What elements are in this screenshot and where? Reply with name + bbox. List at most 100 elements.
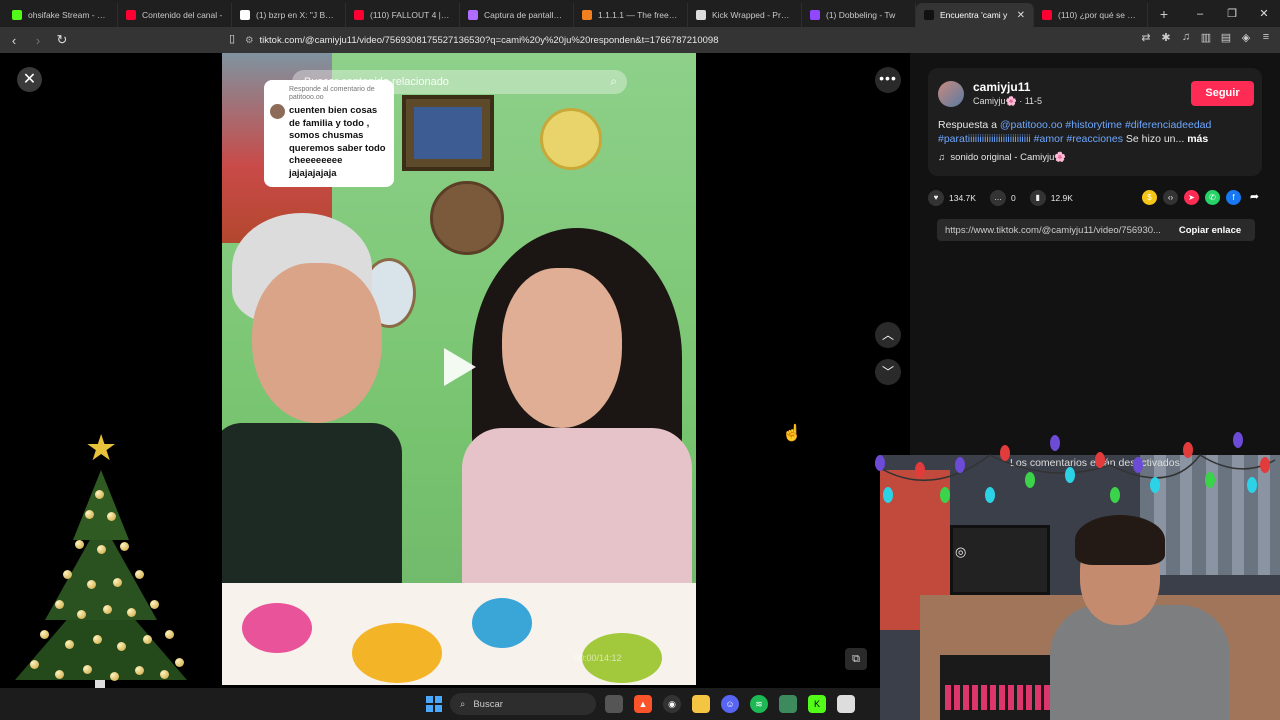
browser-tab[interactable]: Captura de pantalla po xyxy=(460,3,574,27)
tree-ornament xyxy=(75,540,84,549)
tab-title: (1) bzrp en X: "J BALVIN xyxy=(256,10,337,20)
music-note-icon: ♫ xyxy=(938,152,946,163)
tree-ornament xyxy=(135,570,144,579)
send-icon[interactable]: ➤ xyxy=(1184,190,1199,205)
reply-meta: Responde al comentario de patitooo.oo xyxy=(289,86,375,101)
wallet-icon[interactable]: ▤ xyxy=(1220,31,1232,44)
browser-tab[interactable]: Encuentra 'cami y ✕ xyxy=(916,3,1034,27)
copy-link-button[interactable]: Copiar enlace xyxy=(1165,225,1255,236)
tree-ornament xyxy=(83,665,92,674)
search-icon: ⌕ xyxy=(460,698,466,710)
previous-video-button[interactable]: ︿ xyxy=(875,322,901,348)
url-text: tiktok.com/@camiyju11/video/756930817552… xyxy=(259,34,719,46)
browser-tab[interactable]: Kick Wrapped - Proces xyxy=(688,3,802,27)
light-bulb xyxy=(1133,457,1143,473)
close-viewer-button[interactable]: ✕ xyxy=(17,67,42,92)
tab-title: ohsifake Stream - Watc xyxy=(28,10,109,20)
browser-tab[interactable]: 1.1.1.1 — The free app xyxy=(574,3,688,27)
light-bulb xyxy=(1065,467,1075,483)
light-bulb xyxy=(1000,445,1010,461)
browser-tab-bar: ohsifake Stream - Watc Contenido del cana… xyxy=(0,0,1280,27)
tree-ornament xyxy=(55,670,64,679)
tab-favicon-icon xyxy=(582,10,592,20)
tab-title: Kick Wrapped - Proces xyxy=(712,10,793,20)
spotify-icon[interactable]: ≋ xyxy=(750,695,768,713)
browser-tab[interactable]: (110) FALLOUT 4 | PRIM xyxy=(346,3,460,27)
sidebar-icon[interactable]: ▥ xyxy=(1200,31,1212,44)
browser-tab[interactable]: Contenido del canal - xyxy=(118,3,232,27)
address-bar[interactable]: ⚙ tiktok.com/@camiyju11/video/7569308175… xyxy=(245,29,965,51)
tab-favicon-icon xyxy=(126,10,136,20)
light-bulb xyxy=(1095,452,1105,468)
whatsapp-icon[interactable]: ✆ xyxy=(1205,190,1220,205)
music-icon[interactable]: ♫ xyxy=(1180,31,1192,44)
copy-link-row: https://www.tiktok.com/@camiyju11/video/… xyxy=(937,219,1255,241)
tab-title: 1.1.1.1 — The free app xyxy=(598,10,679,20)
maximize-button[interactable]: ❐ xyxy=(1216,7,1248,20)
author-card: camiyju11 Camiyju🌸 · 11-5 Seguir Respues… xyxy=(928,68,1262,176)
play-icon[interactable] xyxy=(444,348,476,386)
tree-ornament xyxy=(175,658,184,667)
shield-icon[interactable]: ◈ xyxy=(1240,31,1252,44)
light-bulb xyxy=(1183,442,1193,458)
like-button[interactable]: ♥ 134.7K xyxy=(928,190,976,206)
new-tab-button[interactable]: + xyxy=(1156,6,1172,22)
save-button[interactable]: ▮ 12.9K xyxy=(1029,190,1073,206)
browser-tab[interactable]: (110) ¿por qué se hace xyxy=(1034,3,1148,27)
light-bulb xyxy=(875,455,885,471)
bookmark-icon[interactable]: ▯ xyxy=(222,32,242,45)
site-info-icon[interactable]: ⚙ xyxy=(245,35,254,46)
obs-icon[interactable]: ◉ xyxy=(663,695,681,713)
windows-taskbar: ⌕ Buscar ▲ ◉ ☺ ≋ K xyxy=(0,688,880,720)
folder-icon[interactable] xyxy=(692,695,710,713)
light-bulb xyxy=(1205,472,1215,488)
minimize-button[interactable]: – xyxy=(1184,8,1216,20)
more-link[interactable]: más xyxy=(1187,133,1208,145)
facebook-icon[interactable]: f xyxy=(1226,190,1241,205)
back-icon[interactable]: ‹ xyxy=(4,33,24,48)
start-icon[interactable] xyxy=(426,696,442,712)
browser-tab[interactable]: ohsifake Stream - Watc xyxy=(4,3,118,27)
notepad-icon[interactable] xyxy=(779,695,797,713)
more-options-button[interactable]: ••• xyxy=(875,67,901,93)
action-bar: ♥ 134.7K … 0 ▮ 12.9K $ ‹› ➤ ✆ f ➦ xyxy=(928,186,1262,210)
discord-icon[interactable]: ☺ xyxy=(721,695,739,713)
puzzle-icon[interactable]: ✱ xyxy=(1160,31,1172,44)
tree-ornament xyxy=(113,578,122,587)
embed-icon[interactable]: ‹› xyxy=(1163,190,1178,205)
author-username[interactable]: camiyju11 xyxy=(973,80,1030,94)
calculator-icon[interactable] xyxy=(837,695,855,713)
tab-title: Contenido del canal - xyxy=(142,10,223,20)
next-video-button[interactable]: ﹀ xyxy=(875,359,901,385)
reply-comment-card: Responde al comentario de patitooo.oo cu… xyxy=(264,80,394,187)
tab-favicon-icon xyxy=(240,10,250,20)
taskbar-search[interactable]: ⌕ Buscar xyxy=(450,693,596,715)
fullscreen-icon[interactable]: ⧉ xyxy=(845,648,867,670)
forward-icon[interactable]: › xyxy=(28,33,48,48)
tree-ornament xyxy=(87,580,96,589)
music-link[interactable]: ♫ sonido original - Camiyju🌸 xyxy=(938,152,1066,163)
tab-title: (110) ¿por qué se hace xyxy=(1058,10,1139,20)
kick-icon[interactable]: K xyxy=(808,695,826,713)
translate-icon[interactable]: ⇄ xyxy=(1140,31,1152,44)
close-window-button[interactable]: ✕ xyxy=(1248,7,1280,20)
avatar[interactable] xyxy=(938,81,964,107)
follow-button[interactable]: Seguir xyxy=(1191,81,1254,106)
browser-tab[interactable]: (1) bzrp en X: "J BALVIN xyxy=(232,3,346,27)
reload-icon[interactable]: ↻ xyxy=(52,32,72,48)
coin-icon[interactable]: $ xyxy=(1142,190,1157,205)
christmas-tree-overlay: ★ xyxy=(15,430,190,700)
tab-favicon-icon xyxy=(810,10,820,20)
mention-link[interactable]: @patitooo.oo xyxy=(1000,119,1063,131)
video-player[interactable]: Buscar contenido relacionado ⌕ Responde … xyxy=(222,53,696,685)
comment-button[interactable]: … 0 xyxy=(989,190,1016,206)
share-icon[interactable]: ➦ xyxy=(1247,190,1262,205)
browser-tab[interactable]: (1) Dobbeling - Tw xyxy=(802,3,916,27)
search-icon[interactable]: ⌕ xyxy=(610,74,617,89)
task-view-icon[interactable] xyxy=(605,695,623,713)
brave-icon[interactable]: ▲ xyxy=(634,695,652,713)
light-bulb xyxy=(915,462,925,478)
close-tab-icon[interactable]: ✕ xyxy=(1017,10,1025,21)
menu-icon[interactable]: ≡ xyxy=(1260,31,1272,44)
chevron-up-icon: ︿ xyxy=(881,328,894,342)
